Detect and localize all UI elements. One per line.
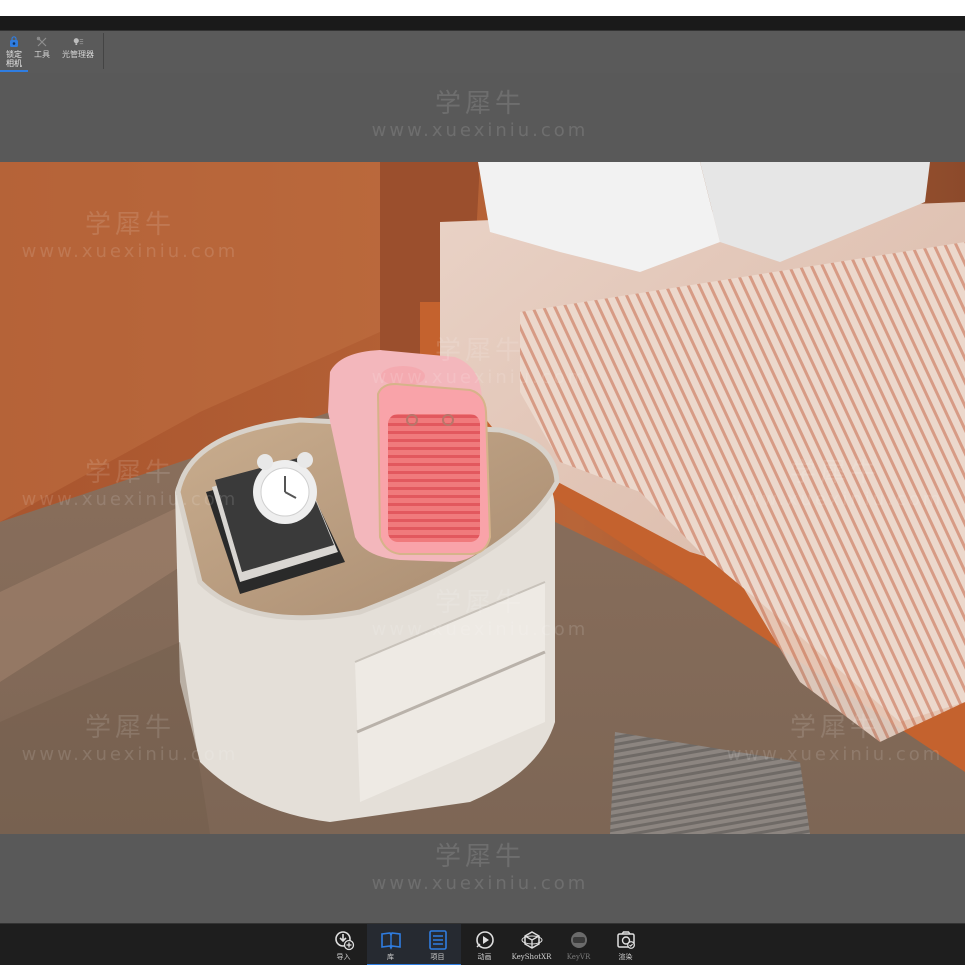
keyvr-button[interactable]: KeyVR [555, 924, 602, 965]
render-button[interactable]: 渲染 [602, 924, 649, 965]
animation-icon [474, 929, 496, 951]
watermark: 学犀牛 www.xuexiniu.com [360, 836, 600, 894]
keyshot-window: 锁定 相机 工具 光管理器 学犀牛 www.xuexiniu.com 学犀牛 w… [0, 0, 965, 965]
render-label: 渲染 [618, 953, 633, 961]
library-icon [380, 929, 402, 951]
import-label: 导入 [336, 953, 351, 961]
render-viewport[interactable]: 学犀牛 www.xuexiniu.com 学犀牛 www.xuexiniu.co… [0, 73, 965, 923]
import-button[interactable]: 导入 [320, 924, 367, 965]
watermark-cn: 学犀牛 [434, 842, 525, 872]
import-icon [333, 929, 355, 951]
top-toolbar: 锁定 相机 工具 光管理器 [0, 30, 100, 72]
camera-lock-icon [8, 36, 20, 48]
project-icon [427, 929, 449, 951]
project-label: 项目 [430, 953, 445, 961]
keyvr-icon [568, 929, 590, 951]
project-button[interactable]: 项目 [414, 924, 461, 965]
light-manager-button[interactable]: 光管理器 [56, 30, 100, 72]
keyvr-label: KeyVR [566, 953, 591, 961]
lock-camera-button[interactable]: 锁定 相机 [0, 30, 28, 72]
tools-label: 工具 [34, 50, 50, 59]
keyshotxr-button[interactable]: KeyShotXR [508, 924, 555, 965]
animation-label: 动画 [477, 953, 492, 961]
watermark: 学犀牛 www.xuexiniu.com [360, 83, 600, 141]
library-button[interactable]: 库 [367, 924, 414, 965]
library-label: 库 [387, 953, 394, 961]
bottom-ribbon: 导入 库 项目 动画 KeyShotXR KeyVR 渲染 [0, 923, 965, 965]
animation-button[interactable]: 动画 [461, 924, 508, 965]
bedroom-scene-image [0, 162, 965, 834]
render-image[interactable]: 学犀牛 www.xuexiniu.com 学犀牛 www.xuexiniu.co… [0, 162, 965, 834]
lock-camera-label-1: 锁定 相机 [6, 50, 22, 68]
light-manager-label: 光管理器 [62, 50, 94, 59]
tools-button[interactable]: 工具 [28, 30, 56, 72]
watermark-en: www.xuexiniu.com [371, 873, 589, 894]
light-manager-icon [72, 36, 84, 48]
top-strip [0, 0, 965, 16]
watermark-en: www.xuexiniu.com [371, 120, 589, 141]
keyshotxr-label: KeyShotXR [511, 953, 552, 961]
tools-icon [36, 36, 48, 48]
keyshotxr-icon [521, 929, 543, 951]
toolbar-divider [103, 33, 104, 69]
title-bar [0, 16, 965, 31]
watermark-cn: 学犀牛 [434, 89, 525, 119]
render-icon [615, 929, 637, 951]
